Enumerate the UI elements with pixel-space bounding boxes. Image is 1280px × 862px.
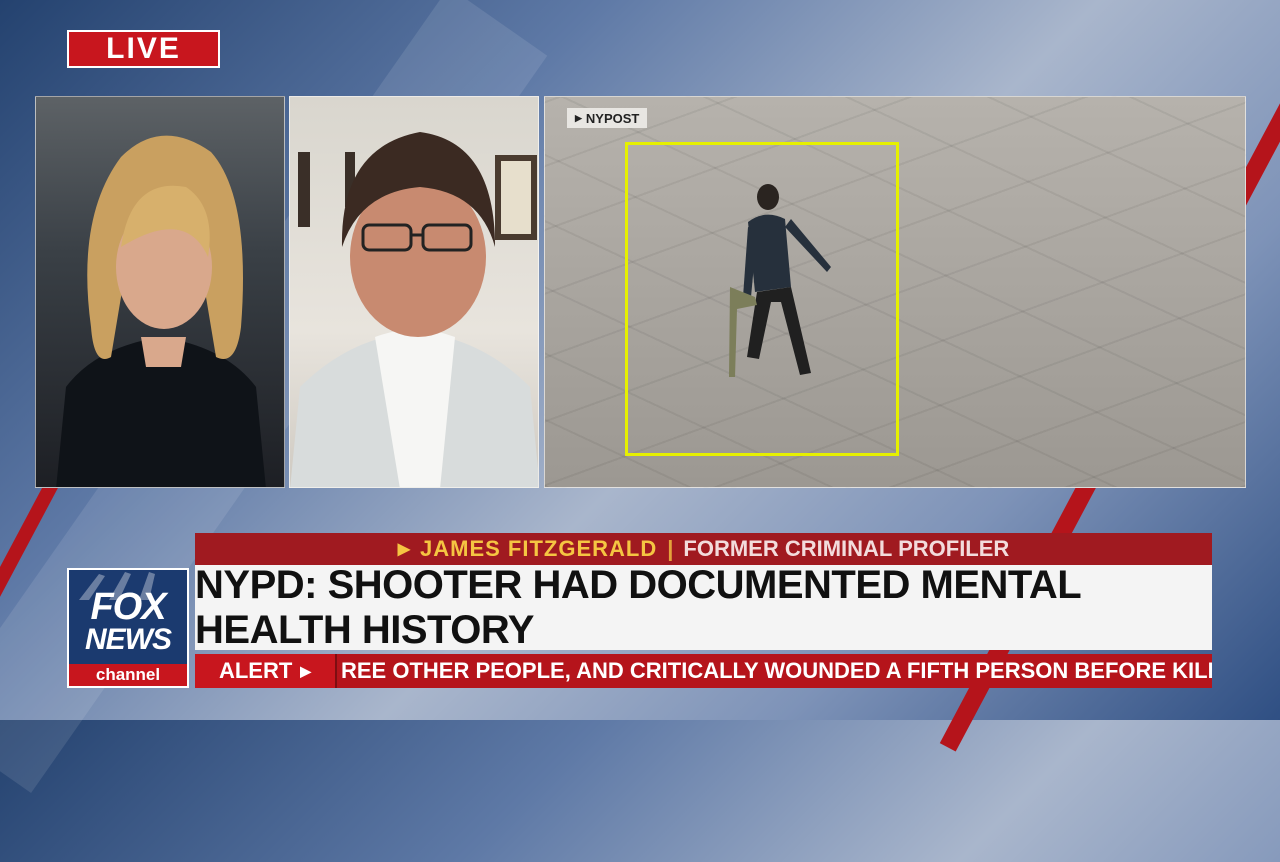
guest-video-panel — [289, 96, 539, 488]
suspect-figure — [729, 184, 831, 377]
live-badge: LIVE — [67, 30, 220, 68]
guest-name: JAMES FITZGERALD — [420, 536, 658, 561]
headline-text: NYPD: SHOOTER HAD DOCUMENTED MENTAL HEAL… — [195, 562, 1081, 652]
alert-ticker-bar: ALERT ▶ REE OTHER PEOPLE, AND CRITICALLY… — [195, 654, 1212, 688]
guest-title: FORMER CRIMINAL PROFILER — [683, 536, 1010, 561]
fox-news-logo: FOX NEWS channel — [67, 568, 189, 688]
anchor-figure — [56, 135, 266, 487]
headline-bar: NYPD: SHOOTER HAD DOCUMENTED MENTAL HEAL… — [195, 562, 1212, 652]
play-arrow-icon: ▶ — [397, 541, 410, 558]
guest-name-bar: ▶ JAMES FITZGERALD | FORMER CRIMINAL PRO… — [195, 533, 1212, 565]
surveillance-video-panel: ▶ NYPOST — [544, 96, 1246, 488]
ticker-text: REE OTHER PEOPLE, AND CRITICALLY WOUNDED… — [337, 654, 1212, 688]
guest-figure — [290, 132, 538, 487]
play-arrow-icon: ▶ — [300, 662, 312, 679]
logo-channel: channel — [69, 664, 187, 686]
alert-label-text: ALERT — [218, 658, 293, 683]
searchlight-icon — [79, 572, 155, 600]
name-separator: | — [667, 536, 674, 561]
anchor-video-panel — [35, 96, 285, 488]
logo-news: NEWS — [85, 623, 172, 656]
lower-third: ▶ JAMES FITZGERALD | FORMER CRIMINAL PRO… — [195, 533, 1212, 652]
alert-label: ALERT ▶ — [195, 654, 337, 688]
